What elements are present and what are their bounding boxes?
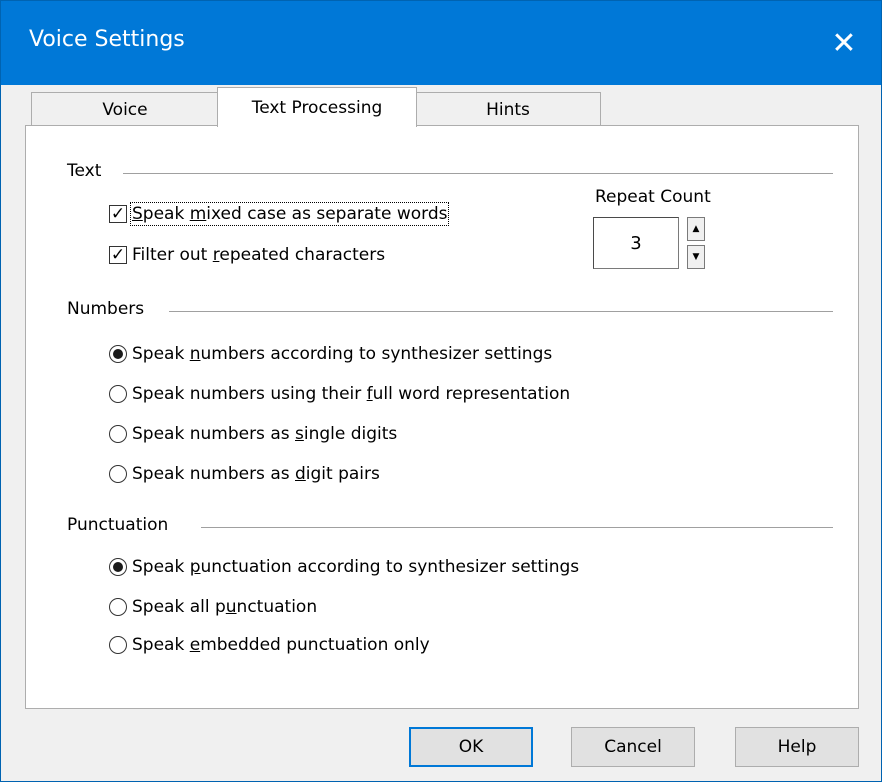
tab-label: Text Processing bbox=[251, 97, 383, 118]
tab-label: Voice bbox=[102, 99, 148, 120]
radio-label: Speak punctuation according to synthesiz… bbox=[132, 557, 580, 577]
radio-circle[interactable] bbox=[109, 385, 127, 403]
radio-circle[interactable] bbox=[109, 465, 127, 483]
numbers-radio-single-digits[interactable]: Speak numbers as single digits bbox=[109, 424, 397, 444]
checkbox-box[interactable]: ✓ bbox=[109, 204, 127, 224]
radio-label: Speak all punctuation bbox=[132, 597, 318, 617]
punctuation-group-label: Punctuation bbox=[67, 515, 169, 535]
window-title: Voice Settings bbox=[29, 27, 185, 52]
checkbox-box[interactable]: ✓ bbox=[109, 245, 127, 265]
filter-repeated-label: Filter out repeated characters bbox=[132, 245, 386, 265]
text-group-divider bbox=[123, 173, 833, 174]
tab-text-processing[interactable]: Text Processing bbox=[217, 87, 417, 127]
punctuation-group-divider bbox=[201, 527, 833, 528]
title-bar[interactable]: Voice Settings ✕ bbox=[1, 1, 881, 85]
spin-down-icon: ▼ bbox=[692, 252, 700, 262]
tab-voice[interactable]: Voice bbox=[31, 92, 219, 126]
spin-up-button[interactable]: ▲ bbox=[687, 217, 705, 241]
text-group-label: Text bbox=[67, 161, 102, 181]
radio-label: Speak numbers using their full word repr… bbox=[132, 384, 571, 404]
radio-label: Speak numbers according to synthesizer s… bbox=[132, 344, 553, 364]
help-button[interactable]: Help bbox=[735, 727, 859, 767]
cancel-button-label: Cancel bbox=[604, 737, 662, 757]
radio-label: Speak numbers as single digits bbox=[132, 424, 398, 444]
tab-hints[interactable]: Hints bbox=[415, 92, 601, 126]
voice-settings-dialog: Voice Settings ✕ Voice Text Processing H… bbox=[0, 0, 882, 782]
checkmark-icon: ✓ bbox=[110, 245, 126, 265]
mixed-case-label: Speak mixed case as separate words bbox=[129, 202, 450, 226]
radio-circle[interactable] bbox=[109, 636, 127, 654]
ok-button-label: OK bbox=[458, 737, 484, 757]
radio-dot bbox=[113, 562, 123, 572]
spin-up-icon: ▲ bbox=[692, 224, 700, 234]
numbers-radio-full-word[interactable]: Speak numbers using their full word repr… bbox=[109, 384, 570, 404]
radio-circle[interactable] bbox=[109, 425, 127, 443]
numbers-radio-synthesizer[interactable]: Speak numbers according to synthesizer s… bbox=[109, 344, 552, 364]
checkmark-icon: ✓ bbox=[110, 204, 126, 224]
punctuation-radio-all[interactable]: Speak all punctuation bbox=[109, 597, 317, 617]
radio-label: Speak embedded punctuation only bbox=[132, 635, 430, 655]
filter-repeated-checkbox[interactable]: ✓ Filter out repeated characters bbox=[109, 245, 385, 265]
ok-button[interactable]: OK bbox=[409, 727, 533, 767]
radio-circle[interactable] bbox=[109, 598, 127, 616]
numbers-group-label: Numbers bbox=[67, 299, 145, 319]
radio-circle[interactable] bbox=[109, 558, 127, 576]
cancel-button[interactable]: Cancel bbox=[571, 727, 695, 767]
radio-label: Speak numbers as digit pairs bbox=[132, 464, 380, 484]
punctuation-radio-synthesizer[interactable]: Speak punctuation according to synthesiz… bbox=[109, 557, 579, 577]
close-button[interactable]: ✕ bbox=[807, 1, 881, 85]
radio-dot bbox=[113, 349, 123, 359]
numbers-group-divider bbox=[169, 311, 833, 312]
mixed-case-checkbox[interactable]: ✓ Speak mixed case as separate words bbox=[109, 202, 450, 226]
radio-circle[interactable] bbox=[109, 345, 127, 363]
close-icon: ✕ bbox=[831, 25, 857, 61]
repeat-count-label: Repeat Count bbox=[595, 187, 711, 207]
numbers-radio-digit-pairs[interactable]: Speak numbers as digit pairs bbox=[109, 464, 380, 484]
repeat-count-value: 3 bbox=[630, 232, 642, 254]
punctuation-radio-embedded[interactable]: Speak embedded punctuation only bbox=[109, 635, 430, 655]
help-button-label: Help bbox=[777, 737, 817, 757]
spin-down-button[interactable]: ▼ bbox=[687, 245, 705, 269]
repeat-count-input[interactable]: 3 bbox=[593, 217, 679, 269]
tab-label: Hints bbox=[486, 99, 530, 120]
